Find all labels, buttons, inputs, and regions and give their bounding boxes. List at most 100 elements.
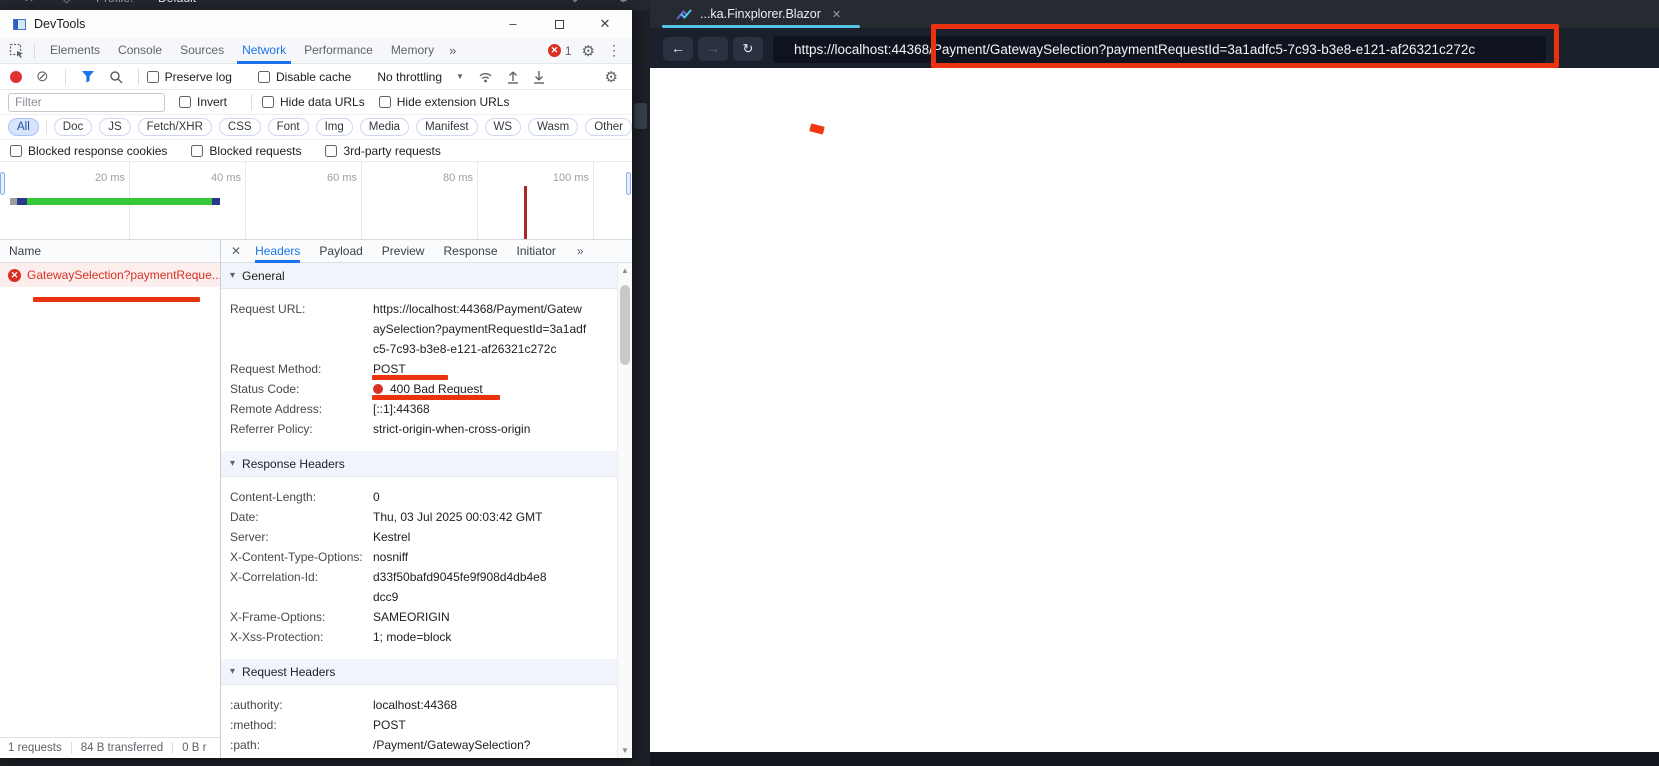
disable-cache-checkbox[interactable]: Disable cache — [258, 70, 351, 84]
tab-initiator[interactable]: Initiator — [517, 240, 556, 263]
details-scrollbar[interactable]: ▲ ▼ — [617, 263, 632, 758]
chip-other[interactable]: Other — [585, 118, 632, 136]
header-row: Server: Kestrel — [221, 527, 617, 547]
browser-tab[interactable]: ...ka.Finxplorer.Blazor ✕ — [662, 0, 860, 28]
overview-right-handle[interactable] — [626, 172, 631, 195]
details-tab-bar: ✕ Headers Payload Preview Response Initi… — [221, 240, 632, 263]
network-overview-timeline[interactable]: 20 ms 40 ms 60 ms 80 ms 100 ms — [0, 162, 632, 240]
hide-extension-urls-checkbox[interactable]: Hide extension URLs — [379, 95, 510, 109]
tab-sources[interactable]: Sources — [171, 38, 233, 64]
profile-value[interactable]: Default — [158, 0, 196, 5]
response-headers-section-header[interactable]: ▾ Response Headers — [221, 451, 617, 477]
chip-font[interactable]: Font — [268, 118, 309, 136]
error-badge[interactable]: ✕ 1 — [548, 44, 582, 58]
chevron-down-icon[interactable]: ⌄ — [570, 0, 580, 5]
chip-media[interactable]: Media — [360, 118, 409, 136]
invert-checkbox[interactable]: Invert — [179, 95, 227, 109]
blocked-requests-checkbox[interactable]: Blocked requests — [191, 144, 301, 158]
close-icon[interactable]: ✕ — [24, 0, 34, 5]
tab-performance[interactable]: Performance — [295, 38, 382, 64]
network-settings-gear-icon[interactable]: ⚙ — [605, 68, 618, 86]
scroll-down-icon[interactable]: ▼ — [618, 746, 632, 755]
scrollbar-thumb[interactable] — [620, 285, 630, 365]
filter-funnel-icon[interactable] — [81, 70, 95, 83]
checkbox-icon — [147, 71, 159, 83]
checkbox-icon — [262, 96, 274, 108]
tab-response[interactable]: Response — [443, 240, 497, 263]
blocked-filters-row: Blocked response cookies Blocked request… — [0, 140, 632, 162]
settings-gear-icon[interactable]: ⚙ — [582, 42, 595, 60]
background-scrollbar-thumb[interactable] — [634, 103, 647, 129]
general-section-header[interactable]: ▾ General — [221, 263, 617, 289]
reload-button[interactable]: ↻ — [733, 37, 763, 61]
tab-network[interactable]: Network — [233, 38, 295, 64]
annotation-red-box-url — [931, 24, 1559, 68]
request-waterfall-bar[interactable] — [10, 198, 220, 205]
header-row: X-Correlation-Id: d33f50bafd9045fe9f908d… — [221, 567, 617, 607]
waterfall-queue-segment — [10, 198, 17, 205]
forward-button[interactable]: → — [698, 37, 728, 61]
tick-label: 100 ms — [535, 172, 589, 184]
export-har-icon[interactable] — [533, 70, 545, 84]
chip-img[interactable]: Img — [316, 118, 353, 136]
blocked-response-cookies-checkbox[interactable]: Blocked response cookies — [10, 144, 167, 158]
clear-icon[interactable]: ⊘ — [36, 69, 49, 84]
chip-js[interactable]: JS — [99, 118, 130, 136]
chip-fetch-xhr[interactable]: Fetch/XHR — [138, 118, 212, 136]
request-headers-section-header[interactable]: ▾ Request Headers — [221, 659, 617, 685]
import-har-icon[interactable] — [507, 70, 519, 84]
record-icon[interactable] — [10, 71, 22, 83]
waterfall-start-segment — [17, 198, 27, 205]
tab-console[interactable]: Console — [109, 38, 171, 64]
back-button[interactable]: ← — [663, 37, 693, 61]
divider — [46, 120, 47, 134]
header-row: Referrer Policy: strict-origin-when-cros… — [221, 419, 617, 439]
filter-row: Invert Hide data URLs Hide extension URL… — [0, 90, 632, 115]
preserve-log-checkbox[interactable]: Preserve log — [147, 70, 232, 84]
scroll-up-icon[interactable]: ▲ — [618, 266, 632, 275]
hide-data-urls-checkbox[interactable]: Hide data URLs — [262, 95, 365, 109]
search-icon[interactable] — [109, 70, 123, 84]
chip-css[interactable]: CSS — [219, 118, 261, 136]
devtools-titlebar: DevTools – ✕ — [0, 10, 632, 38]
divider — [172, 742, 173, 754]
general-section-body: Request URL: https://localhost:44368/Pay… — [221, 289, 617, 451]
header-row: X-Frame-Options: SAMEORIGIN — [221, 607, 617, 627]
tab-preview[interactable]: Preview — [382, 240, 425, 263]
request-headers-section-body: :authority: localhost:44368 :method: POS… — [221, 685, 617, 758]
minimize-button[interactable]: – — [496, 10, 530, 38]
tab-close-icon[interactable]: ✕ — [832, 8, 841, 21]
response-headers-section-body: Content-Length: 0 Date: Thu, 03 Jul 2025… — [221, 477, 617, 659]
background-window-strip: ✕ ◇ Profile: Default ⌄ ⚙ — [0, 0, 650, 10]
tab-headers[interactable]: Headers — [255, 240, 300, 263]
kebab-menu-icon[interactable]: ⋮ — [607, 42, 622, 59]
gear-icon[interactable]: ⚙ — [618, 0, 629, 5]
checkbox-icon — [10, 145, 22, 157]
more-details-tabs-icon[interactable]: » — [577, 244, 584, 258]
network-conditions-icon[interactable] — [478, 71, 493, 83]
more-tabs-icon[interactable]: » — [443, 43, 462, 58]
third-party-requests-checkbox[interactable]: 3rd-party requests — [325, 144, 440, 158]
tab-memory[interactable]: Memory — [382, 38, 443, 64]
overview-left-handle[interactable] — [0, 172, 5, 195]
inspect-element-icon[interactable] — [8, 43, 26, 59]
annotation-underline-request — [33, 297, 200, 302]
tab-payload[interactable]: Payload — [319, 240, 362, 263]
chip-ws[interactable]: WS — [485, 118, 522, 136]
filter-input[interactable] — [8, 93, 165, 112]
diamond-icon: ◇ — [62, 0, 71, 5]
close-details-icon[interactable]: ✕ — [231, 244, 241, 258]
tab-elements[interactable]: Elements — [41, 38, 109, 64]
name-column-header[interactable]: Name — [0, 240, 220, 263]
header-row: X-Content-Type-Options: nosniff — [221, 547, 617, 567]
throttling-dropdown[interactable]: No throttling ▼ — [377, 70, 464, 84]
chip-manifest[interactable]: Manifest — [416, 118, 477, 136]
maximize-button[interactable] — [542, 10, 576, 38]
request-row[interactable]: ✕ GatewaySelection?paymentReque... — [0, 263, 220, 287]
chip-all[interactable]: All — [8, 118, 39, 136]
header-row: X-Xss-Protection: 1; mode=block — [221, 627, 617, 647]
chip-wasm[interactable]: Wasm — [528, 118, 578, 136]
chip-doc[interactable]: Doc — [54, 118, 92, 136]
close-button[interactable]: ✕ — [588, 10, 622, 38]
header-row: :authority: localhost:44368 — [221, 695, 617, 715]
